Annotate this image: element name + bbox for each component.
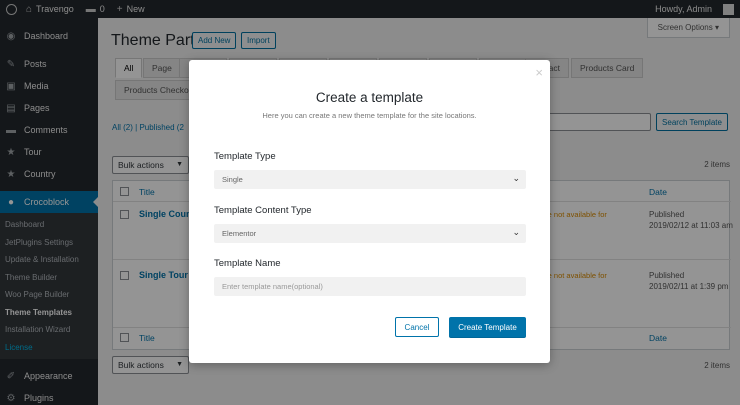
close-icon[interactable]: × bbox=[535, 65, 543, 80]
modal-title: Create a template bbox=[315, 90, 424, 105]
template-content-type-select[interactable]: Elementor ⌄ bbox=[214, 224, 526, 243]
template-name-input[interactable] bbox=[214, 277, 526, 296]
chevron-down-icon: ⌄ bbox=[512, 173, 520, 183]
template-content-type-label: Template Content Type bbox=[214, 205, 312, 216]
create-template-button[interactable]: Create Template bbox=[449, 317, 526, 337]
template-name-label: Template Name bbox=[214, 258, 281, 269]
template-type-label: Template Type bbox=[214, 151, 276, 162]
chevron-down-icon: ⌄ bbox=[512, 227, 520, 237]
template-type-select[interactable]: Single ⌄ bbox=[214, 170, 526, 189]
modal-description: Here you can create a new theme template… bbox=[262, 111, 477, 120]
create-template-modal: × Create a template Here you can create … bbox=[189, 60, 550, 363]
cancel-button[interactable]: Cancel bbox=[395, 317, 439, 337]
